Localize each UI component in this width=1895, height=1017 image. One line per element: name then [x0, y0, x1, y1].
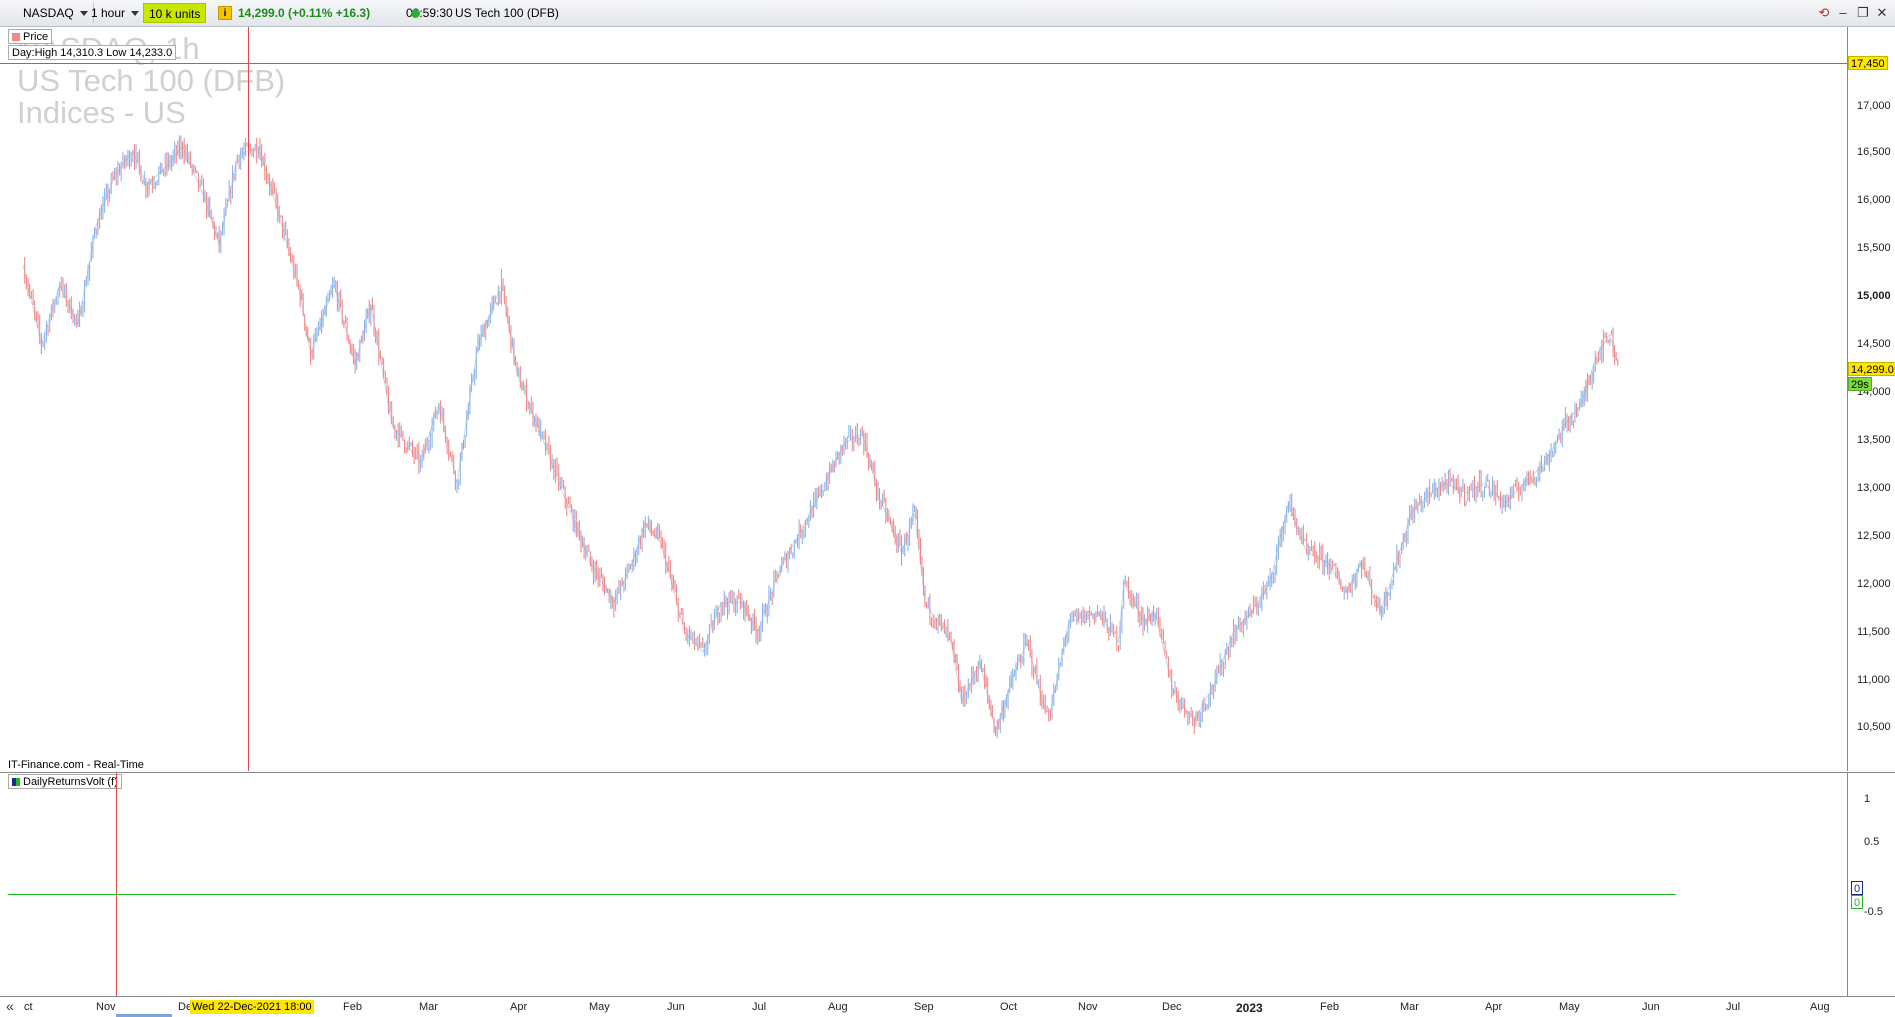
crosshair-vertical-line: [116, 773, 117, 997]
price-axis[interactable]: 17,000 16,500 16,000 15,500 15,000 14,500 14,0…: [1847, 27, 1895, 771]
chart-toolbar: NASDAQ 1 hour 10 k units i 14,299.0 (+0.…: [0, 0, 1895, 27]
time-axis-label: Apr: [1485, 1001, 1503, 1013]
time-axis-label: Dec: [1162, 1001, 1182, 1013]
series-swatch-icon: [12, 33, 20, 42]
indicator-value-tag: 0: [1851, 881, 1864, 895]
indicator-legend-label: DailyReturnsVolt (f): [23, 776, 118, 788]
price-axis-label: 13,500: [1857, 434, 1891, 446]
price-axis-label: 11,500: [1857, 626, 1890, 638]
level-price-tag: 17,450: [1848, 56, 1888, 70]
close-icon[interactable]: ✕: [1874, 5, 1890, 21]
time-axis-label: Mar: [419, 1001, 438, 1013]
minimize-icon[interactable]: –: [1835, 5, 1851, 21]
time-axis-label: Oct: [1000, 1001, 1018, 1013]
time-axis-label: Jul: [752, 1001, 767, 1013]
instrument-status: [406, 3, 429, 23]
indicator-value-tag: 0: [1851, 895, 1864, 909]
link-icon[interactable]: ⟲: [1816, 5, 1832, 21]
time-axis-label: Nov: [1078, 1001, 1098, 1013]
units-dropdown[interactable]: 10 k units: [143, 3, 207, 23]
restore-icon[interactable]: ❐: [1855, 5, 1871, 21]
units-label: 10 k units: [149, 7, 201, 21]
market-label: NASDAQ: [23, 6, 74, 20]
price-line: [22, 145, 1619, 734]
indicator-legend[interactable]: DailyReturnsVolt (f): [8, 774, 122, 789]
price-axis-label: 10,500: [1857, 721, 1891, 733]
time-axis-label: Mar: [1400, 1001, 1419, 1013]
time-axis-label: Feb: [1320, 1001, 1339, 1013]
price-axis-label: 11,000: [1857, 674, 1890, 686]
interval-dropdown[interactable]: 1 hour: [86, 3, 146, 23]
price-axis-label: 13,000: [1857, 482, 1891, 494]
day-range-label: Day:High 14,310.3 Low 14,233.0: [8, 45, 177, 60]
series-swatch-icon: [16, 778, 20, 787]
interval-label: 1 hour: [91, 6, 126, 20]
market-dropdown[interactable]: NASDAQ: [18, 3, 94, 23]
crosshair-vertical-line: [248, 27, 249, 771]
time-axis-label: Sep: [914, 1001, 934, 1013]
indicator-axis[interactable]: 1 0.5 -0.5 0 0: [1847, 772, 1895, 996]
price-legend[interactable]: Price: [8, 29, 53, 44]
price-axis-label: 14,500: [1857, 338, 1891, 350]
time-axis-label: May: [589, 1001, 610, 1013]
price-axis-label: 16,500: [1857, 146, 1891, 158]
crosshair-time-tag: Wed 22-Dec-2021 18:00: [190, 1000, 314, 1014]
price-chart-panel[interactable]: NASDAQ, 1h US Tech 100 (DFB) Indices - U…: [0, 27, 1847, 771]
scroll-left-icon[interactable]: «: [6, 999, 14, 1013]
price-series-plot: [22, 135, 1619, 739]
last-price-tag: 14,299.0: [1848, 362, 1895, 376]
time-axis-label: Nov: [96, 1001, 116, 1013]
time-axis-label: Jul: [1726, 1001, 1741, 1013]
price-axis-label: 16,000: [1857, 194, 1891, 206]
indicator-axis-label: 0.5: [1864, 836, 1880, 848]
indicator-axis-label: -0.5: [1864, 906, 1883, 918]
horizontal-level-line[interactable]: [0, 63, 1847, 64]
countdown-tag: 29s: [1848, 377, 1872, 391]
time-axis-label: Jun: [1642, 1001, 1660, 1013]
time-axis-label: ct: [24, 1001, 33, 1013]
time-axis-label: Jun: [667, 1001, 685, 1013]
price-axis-label: 15,000: [1857, 290, 1891, 302]
price-axis-label: 12,000: [1857, 578, 1891, 590]
price-change: 14,299.0 (+0.11% +16.3): [238, 6, 371, 20]
indicator-line: [8, 894, 1676, 895]
indicator-axis-label: 1: [1864, 793, 1871, 805]
status-dot-icon: [411, 9, 420, 19]
time-axis[interactable]: « ct Nov De Feb Mar Apr May Jun Jul Aug Sep Oct Nov D…: [0, 996, 1895, 1017]
time-axis-label: Aug: [828, 1001, 848, 1013]
time-axis-label: Apr: [510, 1001, 528, 1013]
time-axis-label: 2023: [1236, 1001, 1263, 1015]
price-axis-label: 17,000: [1857, 100, 1891, 112]
info-icon[interactable]: i: [218, 6, 232, 20]
price-axis-label: 12,500: [1857, 530, 1891, 542]
instrument-name: US Tech 100 (DFB): [455, 6, 559, 20]
time-axis-label: May: [1559, 1001, 1580, 1013]
chevron-down-icon: [131, 11, 140, 17]
time-axis-label: Feb: [343, 1001, 362, 1013]
indicator-panel[interactable]: DailyReturnsVolt (f): [0, 772, 1847, 997]
price-legend-label: Price: [23, 31, 49, 43]
time-axis-label: Aug: [1810, 1001, 1830, 1013]
data-source-label: IT-Finance.com - Real-Time: [8, 759, 144, 771]
price-axis-label: 15,500: [1857, 242, 1891, 254]
